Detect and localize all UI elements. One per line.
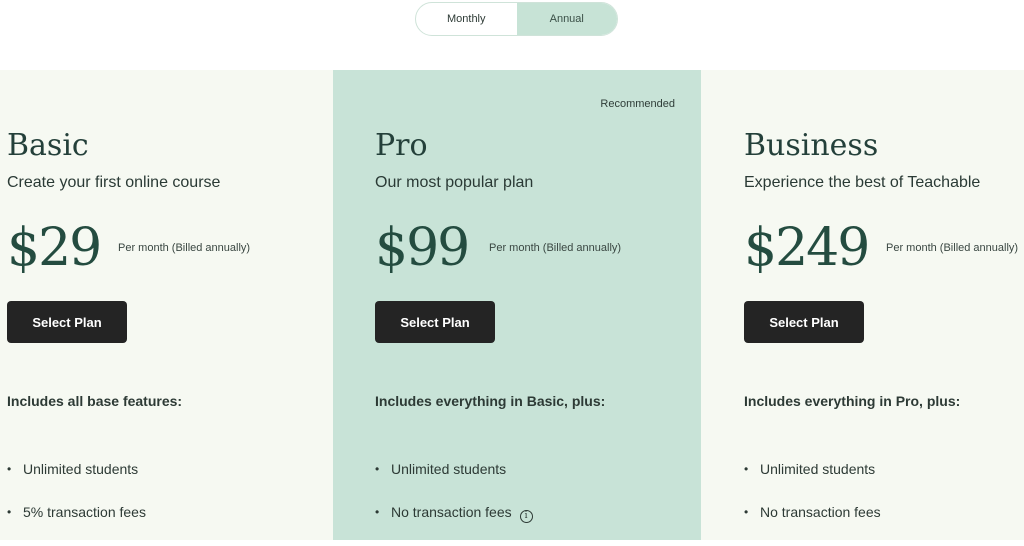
feature-label: Unlimited students (23, 461, 139, 477)
plan-card-business: Business Experience the best of Teachabl… (701, 70, 1024, 540)
plan-description: Create your first online course (7, 174, 221, 191)
feature-label: No transaction fees (391, 504, 512, 520)
bullet-icon: • (375, 505, 380, 519)
feature-label: 5% transaction fees (23, 504, 146, 520)
billing-note: Per month (Billed annually) (489, 242, 622, 254)
billing-period-toggle[interactable]: Monthly Annual (415, 2, 618, 36)
feature-item: • Unlimited students (7, 460, 146, 503)
includes-heading: Includes all base features: (7, 393, 183, 409)
includes-heading: Includes everything in Pro, plus: (744, 393, 961, 409)
select-plan-button-business[interactable]: Select Plan (744, 301, 864, 343)
bullet-icon: • (744, 505, 749, 519)
billing-note: Per month (Billed annually) (886, 242, 1019, 254)
bullet-icon: • (7, 505, 12, 519)
toggle-monthly[interactable]: Monthly (416, 3, 517, 35)
feature-item: • Unlimited students (744, 460, 881, 503)
billing-note: Per month (Billed annually) (118, 242, 251, 254)
recommended-badge: Recommended (600, 98, 675, 110)
feature-list: • Unlimited students • 5% transaction fe… (7, 460, 146, 546)
plan-price: $249 (744, 218, 870, 278)
plan-price: $99 (375, 218, 470, 278)
pricing-plans: Basic Create your first online course $2… (0, 70, 1024, 540)
toggle-annual[interactable]: Annual (516, 3, 617, 35)
feature-label: No transaction fees (760, 504, 881, 520)
feature-item: • Unlimited students (375, 460, 533, 503)
plan-name: Basic (7, 128, 89, 163)
includes-heading: Includes everything in Basic, plus: (375, 393, 606, 409)
feature-label: Unlimited students (760, 461, 876, 477)
bullet-icon: • (7, 462, 12, 476)
feature-list: • Unlimited students • No transaction fe… (744, 460, 881, 546)
plan-name: Business (744, 128, 879, 163)
select-plan-button-basic[interactable]: Select Plan (7, 301, 127, 343)
plan-price: $29 (7, 218, 102, 278)
plan-card-basic: Basic Create your first online course $2… (0, 70, 333, 540)
plan-description: Experience the best of Teachable (744, 174, 981, 191)
info-icon[interactable]: i (519, 510, 533, 523)
plan-name: Pro (375, 128, 428, 163)
plan-description: Our most popular plan (375, 174, 534, 191)
bullet-icon: • (375, 462, 380, 476)
feature-label: Unlimited students (391, 461, 507, 477)
select-plan-button-pro[interactable]: Select Plan (375, 301, 495, 343)
plan-card-pro: Recommended Pro Our most popular plan $9… (333, 70, 701, 540)
bullet-icon: • (744, 462, 749, 476)
feature-list: • Unlimited students • No transaction fe… (375, 460, 533, 546)
